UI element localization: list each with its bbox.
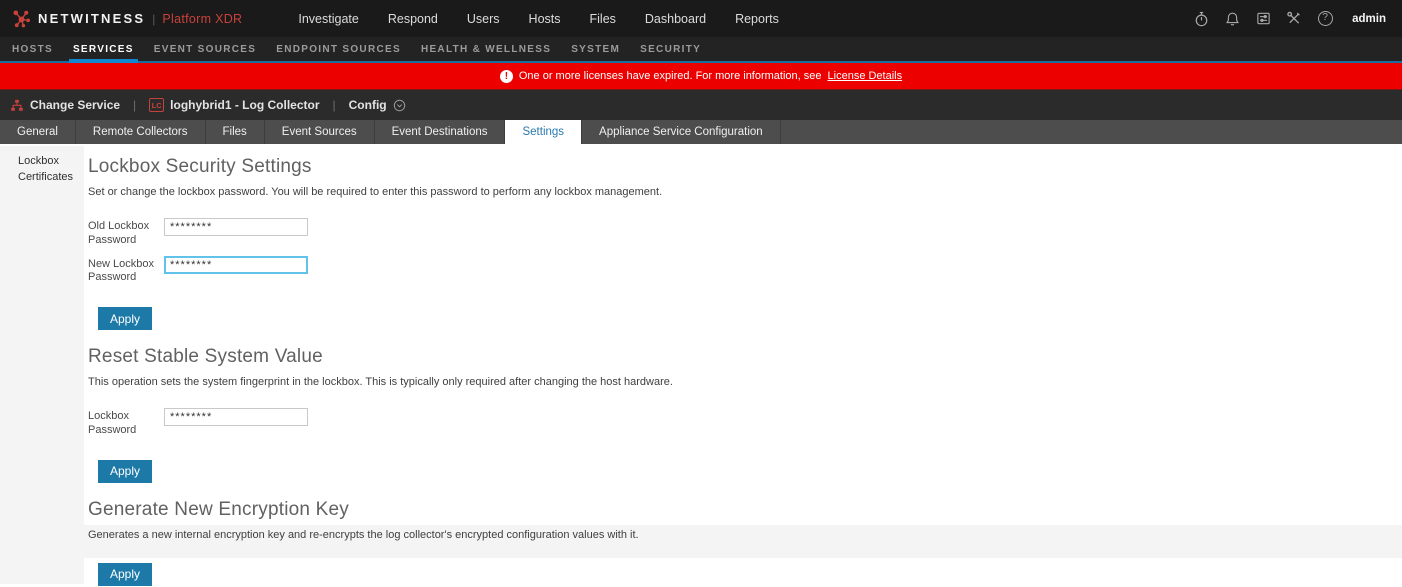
generate-encryption-key-description: Generates a new internal encryption key … [88,529,1402,541]
brand: NETWITNESS | Platform XDR [12,9,242,28]
user-menu[interactable]: admin [1352,13,1386,25]
config-view-label: Config [349,98,387,112]
top-nav: Investigate Respond Users Hosts Files Da… [298,12,778,26]
tab-event-sources[interactable]: Event Sources [265,120,375,144]
old-lockbox-password-label: Old Lockbox Password [88,218,164,248]
admin-nav-health-wellness[interactable]: HEALTH & WELLNESS [411,37,561,61]
admin-nav-security[interactable]: SECURITY [630,37,711,61]
brand-product: Platform XDR [162,12,242,26]
top-nav-files[interactable]: Files [590,12,616,26]
tab-event-destinations[interactable]: Event Destinations [375,120,506,144]
admin-nav-event-sources[interactable]: EVENT SOURCES [144,37,266,61]
service-name: loghybrid1 - Log Collector [170,98,319,112]
admin-nav-services[interactable]: SERVICES [63,37,144,61]
warning-icon: ! [500,70,513,83]
brand-name: NETWITNESS [38,11,145,26]
top-nav-investigate[interactable]: Investigate [298,12,358,26]
reset-system-value-form: Lockbox Password [88,408,1402,438]
netwitness-app: NETWITNESS | Platform XDR Investigate Re… [0,0,1402,587]
breadcrumb: Change Service | LC loghybrid1 - Log Col… [0,89,1402,120]
banner-message: One or more licenses have expired. For m… [519,70,822,82]
admin-nav-endpoint-sources[interactable]: ENDPOINT SOURCES [266,37,411,61]
lockbox-security-settings-title: Lockbox Security Settings [88,156,1402,178]
service-entry[interactable]: LC loghybrid1 - Log Collector [149,98,319,112]
change-service-icon [10,99,24,112]
license-details-link[interactable]: License Details [828,70,903,82]
sidebar-item-lockbox[interactable]: Lockbox [18,154,84,170]
sidebar-item-certificates[interactable]: Certificates [18,170,84,186]
tab-appliance-service-configuration[interactable]: Appliance Service Configuration [582,120,781,144]
generate-encryption-key-title: Generate New Encryption Key [88,499,1402,521]
tab-settings[interactable]: Settings [505,120,582,144]
settings-sidebar: Lockbox Certificates [0,146,84,584]
old-lockbox-password-input[interactable] [164,218,308,236]
notifications-bell-icon[interactable] [1224,11,1240,27]
settings-content: Lockbox Certificates Lockbox Security Se… [0,146,1402,587]
breadcrumb-separator: | [133,98,136,112]
top-bar-right: ? admin [1193,11,1390,27]
config-view-selector[interactable]: Config [349,98,406,112]
netwitness-logo-icon [12,9,31,28]
change-service-button[interactable]: Change Service [10,98,120,112]
top-nav-users[interactable]: Users [467,12,500,26]
tab-files[interactable]: Files [206,120,265,144]
change-service-label: Change Service [30,98,120,112]
timer-icon[interactable] [1193,11,1209,27]
config-tab-bar: General Remote Collectors Files Event So… [0,120,1402,144]
generate-encryption-key-apply-button[interactable]: Apply [98,563,152,586]
admin-nav-system[interactable]: SYSTEM [561,37,630,61]
new-lockbox-password-input[interactable] [164,256,308,274]
new-lockbox-password-label: New Lockbox Password [88,256,164,286]
reset-lockbox-password-label: Lockbox Password [88,408,164,438]
lockbox-settings-panel: Lockbox Security Settings Set or change … [84,146,1402,586]
top-nav-reports[interactable]: Reports [735,12,779,26]
tab-remote-collectors[interactable]: Remote Collectors [76,120,206,144]
log-collector-badge-icon: LC [149,98,164,112]
top-nav-hosts[interactable]: Hosts [529,12,561,26]
top-nav-respond[interactable]: Respond [388,12,438,26]
admin-nav-hosts[interactable]: HOSTS [2,37,63,61]
tab-general[interactable]: General [0,120,76,144]
reset-lockbox-password-row: Lockbox Password [88,408,1402,438]
old-lockbox-password-row: Old Lockbox Password [88,218,1402,248]
reset-system-value-apply-button[interactable]: Apply [98,460,152,483]
reset-lockbox-password-input[interactable] [164,408,308,426]
admin-nav: HOSTS SERVICES EVENT SOURCES ENDPOINT SO… [0,37,1402,63]
help-icon[interactable]: ? [1317,11,1333,27]
new-lockbox-password-row: New Lockbox Password [88,256,1402,286]
brand-separator: | [152,12,155,26]
reset-stable-system-value-description: This operation sets the system fingerpri… [88,376,1402,388]
breadcrumb-separator: | [333,98,336,112]
tools-icon[interactable] [1286,11,1302,27]
lockbox-security-settings-description: Set or change the lockbox password. You … [88,186,1402,198]
top-bar: NETWITNESS | Platform XDR Investigate Re… [0,0,1402,37]
top-nav-dashboard[interactable]: Dashboard [645,12,706,26]
jobs-panel-icon[interactable] [1255,11,1271,27]
license-expired-banner: ! One or more licenses have expired. For… [0,63,1402,89]
chevron-down-circle-icon[interactable] [393,99,406,112]
reset-stable-system-value-title: Reset Stable System Value [88,346,1402,368]
lockbox-password-apply-button[interactable]: Apply [98,307,152,330]
lockbox-password-form: Old Lockbox Password New Lockbox Passwor… [88,218,1402,285]
